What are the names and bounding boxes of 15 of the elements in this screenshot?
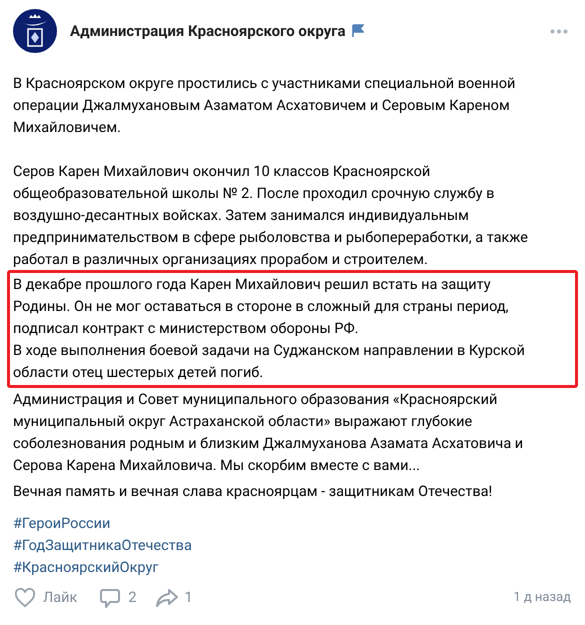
hashtag-link[interactable]: #КрасноярскийОкруг: [13, 557, 572, 579]
avatar-emblem-icon[interactable]: [13, 9, 57, 53]
paragraph: Вечная память и вечная слава красноярцам - защитникам Отечества!: [12, 482, 494, 502]
hashtag-link[interactable]: #ГодЗащитникаОтечества: [13, 535, 572, 557]
share-icon: [154, 588, 179, 608]
paragraph: Администрация и Совет муниципального образования «Красноярский муниципальный округ Астраханской области» выражают глубокие соболезнования родным и близким Джалмуханова Азамата Асхатовича и Серова Карена Михайловича. Мы скорбим вместе с вами...: [12, 390, 524, 476]
comment-icon: [99, 587, 122, 609]
heart-icon: [14, 588, 36, 608]
paragraph: Серов Карен Михайлович окончил 10 классов Красноярской общеобразовательной школы № 2. После проходил срочную службу в воздушно-десантных войсках. Затем занимался индивидуальным предпринимательством в сфере рыболовства и рыбопереработки, а также работал в различных организациях прорабом и строителем.: [12, 162, 529, 270]
highlighted-paragraph: В декабре прошлого года Карен Михайлович решил встать на защиту Родины. Он не мог оставаться в стороне в сложный для страны период, подписал контракт с министерством обороны РФ. В ходе выполнения боевой задачи на Суджанском направлении в Курской области отец шестерых детей погиб.: [7, 270, 578, 388]
author-name[interactable]: Администрация Красноярского округа: [70, 20, 346, 42]
paragraph: В Красноярском округе простились с участниками специальной военной операции Джалмухановым Азаматом Асхатовичем и Серовым Кареном Михайловичем.: [12, 74, 516, 138]
post-time: 1 д назад: [513, 589, 571, 608]
flag-icon: [352, 24, 364, 38]
hashtag-link[interactable]: #ГероиРоссии: [13, 513, 572, 535]
